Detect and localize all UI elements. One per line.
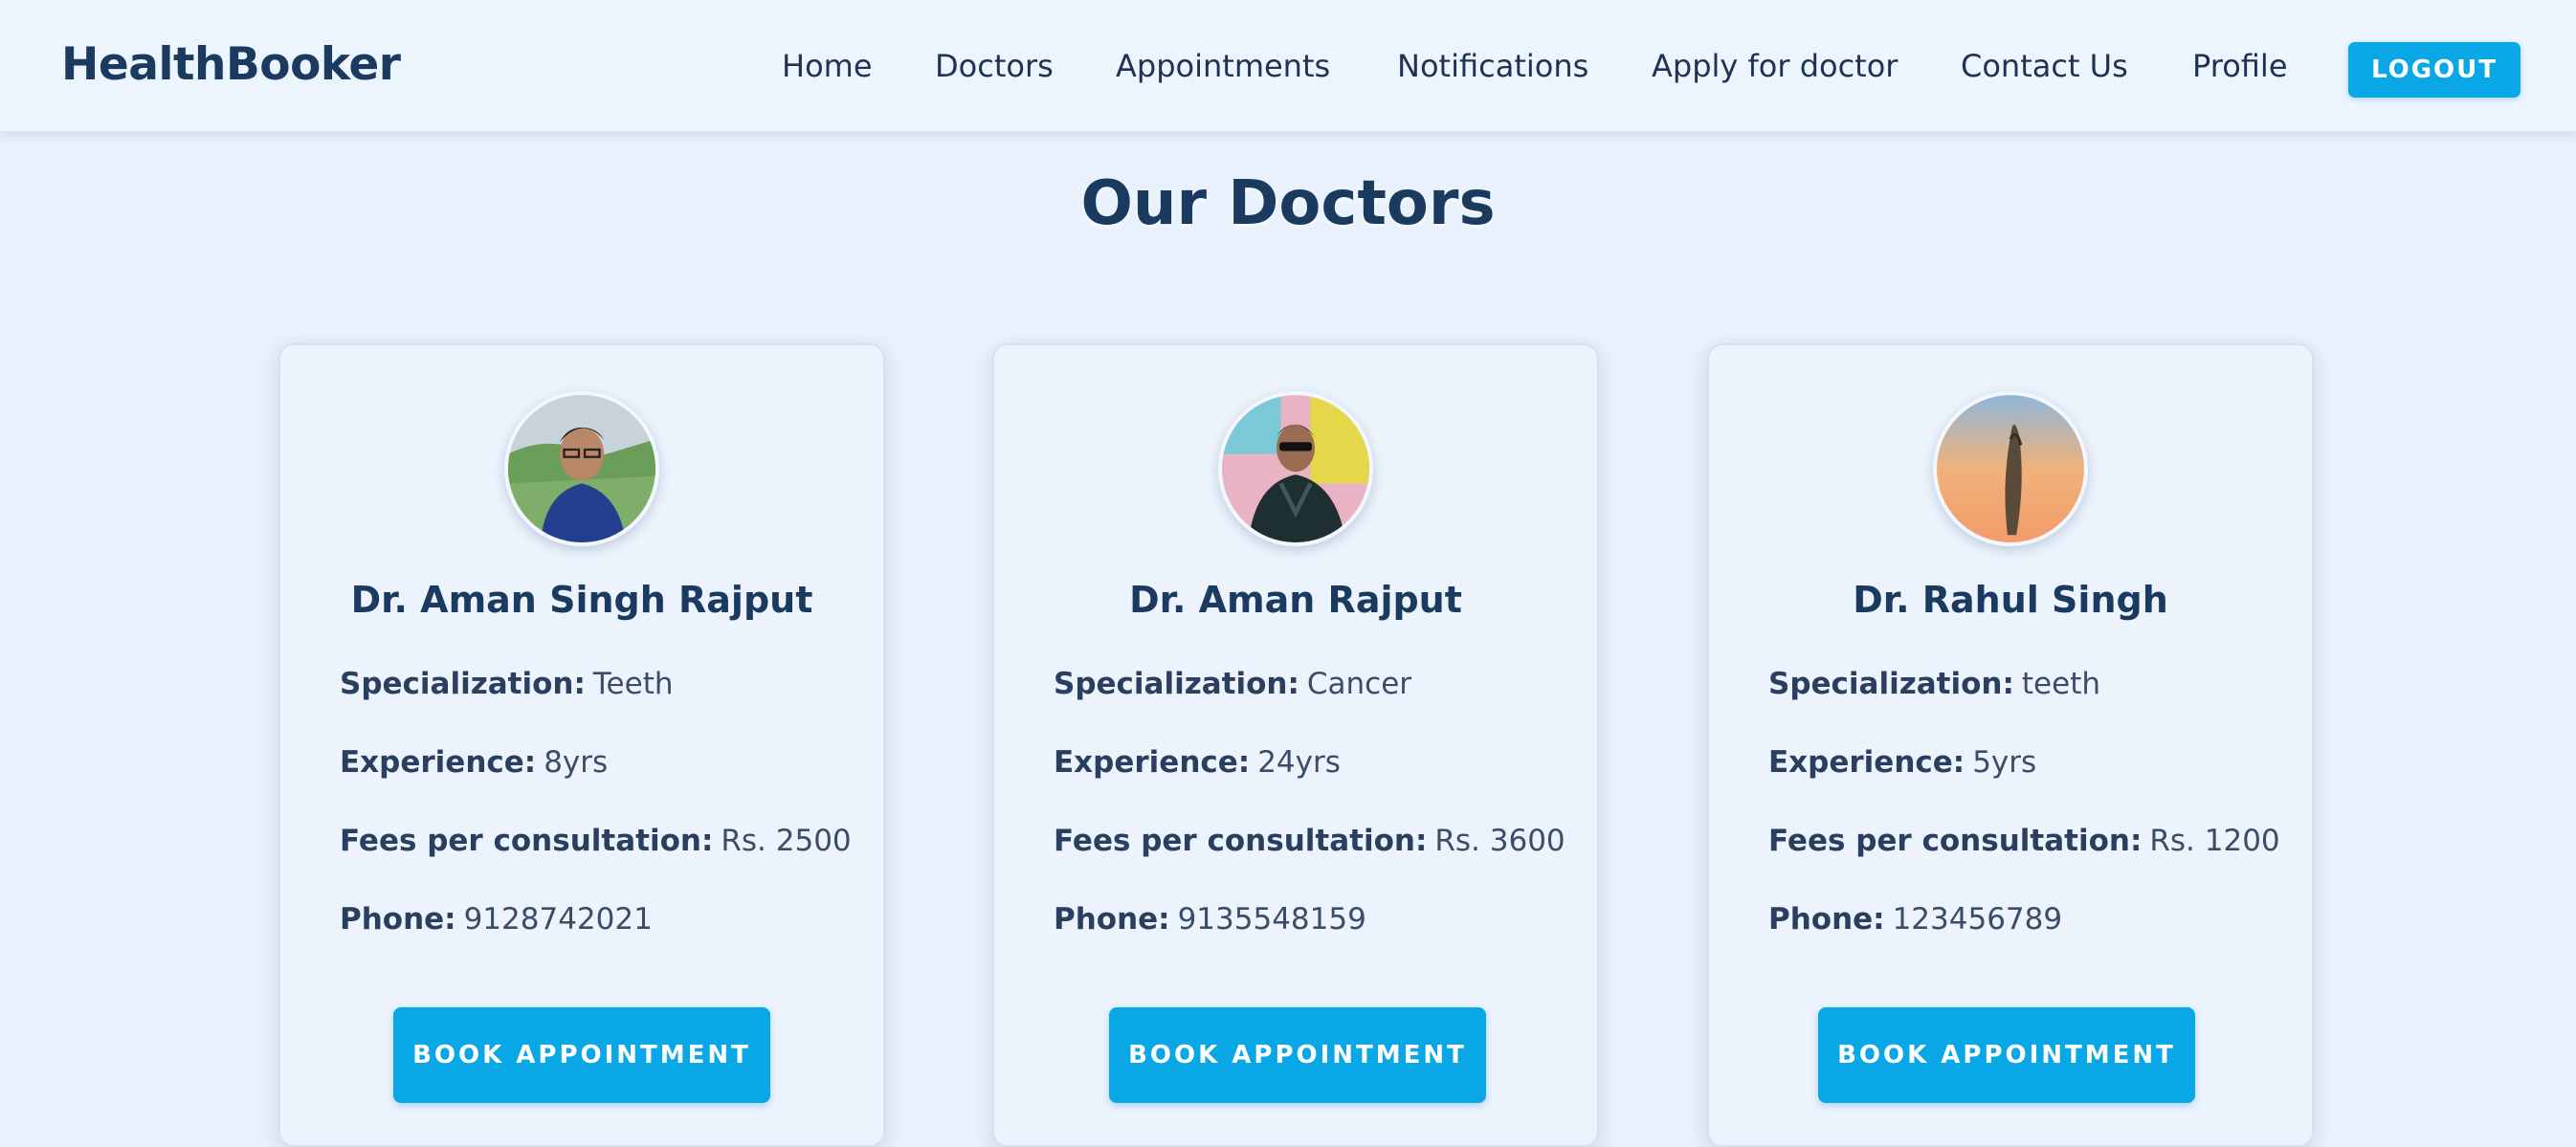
specialization-label: Specialization: — [340, 667, 586, 701]
nav-profile[interactable]: Profile — [2192, 48, 2288, 84]
nav-home[interactable]: Home — [782, 48, 873, 84]
specialization-label: Specialization: — [1054, 667, 1299, 701]
experience-row: Experience: 24yrs — [1054, 745, 1578, 780]
fees-value: Rs. 2500 — [721, 824, 852, 858]
specialization-label: Specialization: — [1768, 667, 2014, 701]
phone-label: Phone: — [1768, 902, 1885, 937]
doctor-avatar — [1218, 391, 1373, 546]
book-appointment-button[interactable]: BOOK APPOINTMENT — [1109, 1007, 1486, 1103]
phone-value: 123456789 — [1892, 902, 2063, 937]
experience-value: 24yrs — [1257, 745, 1341, 780]
brand-logo[interactable]: HealthBooker — [61, 38, 401, 91]
doctor-name: Dr. Rahul Singh — [1853, 579, 2168, 621]
phone-value: 9128742021 — [463, 902, 653, 937]
doctor-photo-icon — [1937, 395, 2084, 542]
book-appointment-button[interactable]: BOOK APPOINTMENT — [393, 1007, 770, 1103]
doctor-name: Dr. Aman Rajput — [1129, 579, 1462, 621]
nav-notifications[interactable]: Notifications — [1397, 48, 1588, 84]
doctor-name: Dr. Aman Singh Rajput — [350, 579, 813, 621]
book-appointment-button[interactable]: BOOK APPOINTMENT — [1818, 1007, 2195, 1103]
fees-label: Fees per consultation: — [1054, 824, 1428, 858]
experience-value: 8yrs — [544, 745, 609, 780]
fees-label: Fees per consultation: — [340, 824, 714, 858]
experience-row: Experience: 5yrs — [1768, 745, 2293, 780]
doctor-photo-icon — [1222, 395, 1369, 542]
specialization-row: Specialization: Cancer — [1054, 667, 1578, 701]
doctor-card: Dr. Rahul Singh Specialization: teeth Exp… — [1707, 343, 2314, 1147]
experience-value: 5yrs — [1972, 745, 2037, 780]
logout-button[interactable]: LOGOUT — [2348, 42, 2520, 98]
specialization-row: Specialization: Teeth — [340, 667, 864, 701]
fees-row: Fees per consultation: Rs. 1200 — [1768, 824, 2293, 858]
experience-label: Experience: — [1768, 745, 1965, 780]
navbar: HealthBooker Home Doctors Appointments N… — [0, 0, 2576, 132]
phone-row: Phone: 9128742021 — [340, 902, 864, 937]
phone-row: Phone: 123456789 — [1768, 902, 2293, 937]
experience-row: Experience: 8yrs — [340, 745, 864, 780]
phone-value: 9135548159 — [1177, 902, 1366, 937]
phone-row: Phone: 9135548159 — [1054, 902, 1578, 937]
fees-row: Fees per consultation: Rs. 2500 — [340, 824, 864, 858]
phone-label: Phone: — [1054, 902, 1170, 937]
nav-apply-for-doctor[interactable]: Apply for doctor — [1652, 48, 1898, 84]
doctor-avatar — [504, 391, 659, 546]
doctor-avatar — [1933, 391, 2088, 546]
doctor-card: Dr. Aman Singh Rajput Specialization: Tee… — [278, 343, 885, 1147]
fees-value: Rs. 3600 — [1434, 824, 1566, 858]
page-title: Our Doctors — [1080, 168, 1496, 239]
specialization-value: teeth — [2021, 667, 2100, 701]
specialization-value: Cancer — [1306, 667, 1412, 701]
phone-label: Phone: — [340, 902, 456, 937]
doctor-card: Dr. Aman Rajput Specialization: Cancer Ex… — [992, 343, 1599, 1147]
specialization-value: Teeth — [592, 667, 674, 701]
nav-contact-us[interactable]: Contact Us — [1961, 48, 2128, 84]
nav-doctors[interactable]: Doctors — [935, 48, 1054, 84]
specialization-row: Specialization: teeth — [1768, 667, 2293, 701]
experience-label: Experience: — [1054, 745, 1251, 780]
nav-appointments[interactable]: Appointments — [1116, 48, 1330, 84]
experience-label: Experience: — [340, 745, 537, 780]
fees-value: Rs. 1200 — [2149, 824, 2280, 858]
doctor-photo-icon — [508, 395, 655, 542]
fees-row: Fees per consultation: Rs. 3600 — [1054, 824, 1578, 858]
fees-label: Fees per consultation: — [1768, 824, 2143, 858]
